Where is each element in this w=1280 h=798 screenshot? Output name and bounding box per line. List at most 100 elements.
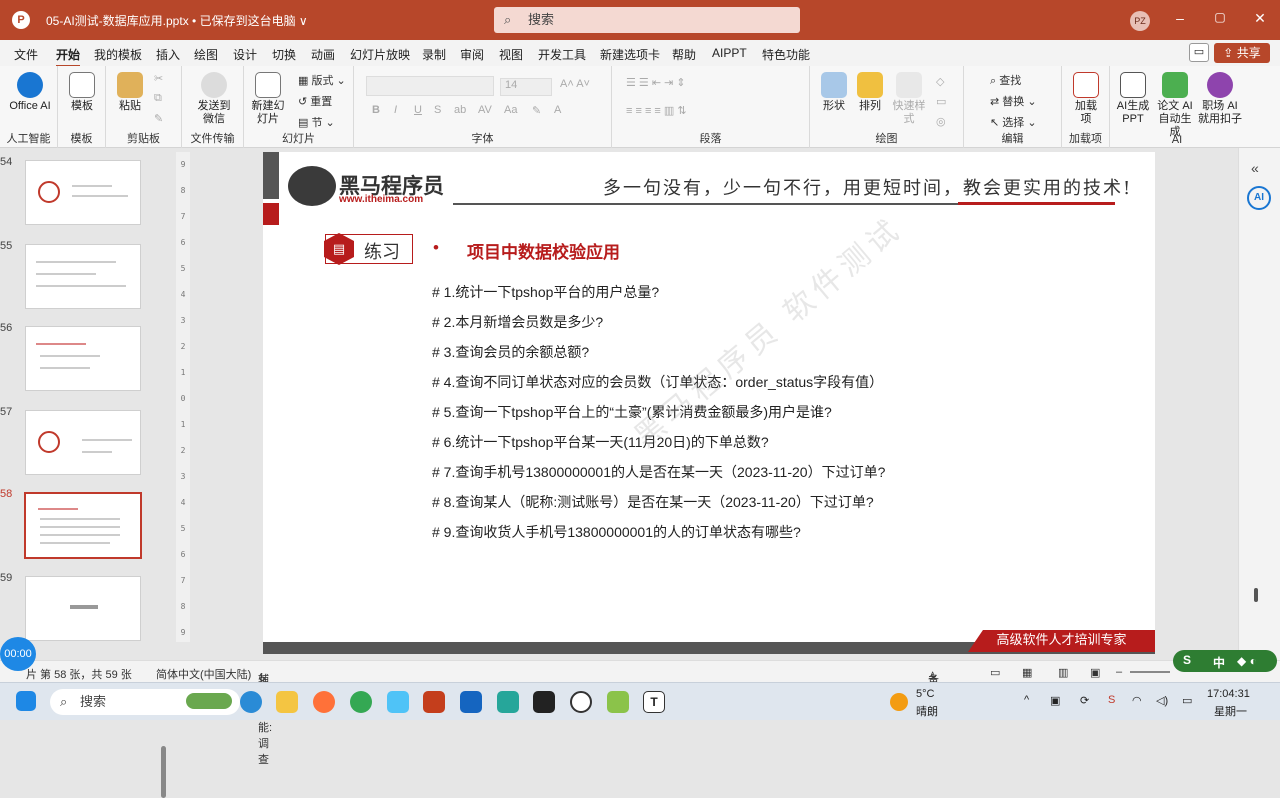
tab-review[interactable]: 审阅 xyxy=(460,46,484,63)
language-indicator[interactable]: 简体中文(中国大陆) xyxy=(156,666,251,682)
tab-file[interactable]: 文件 xyxy=(14,46,38,63)
font-size-select[interactable]: 14 xyxy=(500,78,552,96)
zoom-slider[interactable] xyxy=(1130,671,1170,673)
cut-icon[interactable]: ✂ xyxy=(154,72,163,85)
collapse-pane-icon[interactable]: « xyxy=(1251,160,1259,176)
arrange-button[interactable]: 排列 xyxy=(854,72,886,113)
paper-ai-button[interactable]: 论文 AI 自动生成 xyxy=(1154,72,1196,139)
slide-thumbnail-56[interactable] xyxy=(25,326,141,391)
tab-home[interactable]: 开始 xyxy=(56,46,81,67)
file-explorer-icon[interactable] xyxy=(276,691,298,713)
app-icon-teal[interactable] xyxy=(497,691,519,713)
tab-aippt[interactable]: AIPPT xyxy=(712,46,747,60)
tab-record[interactable]: 录制 xyxy=(422,46,446,63)
template-button[interactable]: 模板 xyxy=(68,72,96,113)
bullets-icon[interactable]: ☰ ☰ ⇤ ⇥ ⇕ xyxy=(626,76,686,89)
char-spacing-icon[interactable]: ab xyxy=(454,104,466,116)
slide-thumbnail-55[interactable] xyxy=(25,244,141,309)
tab-my-templates[interactable]: 我的模板 xyxy=(94,46,142,63)
edge-browser-icon[interactable] xyxy=(240,691,262,713)
layout-button[interactable]: ▦ 版式 ⌄ xyxy=(298,72,346,88)
search-tool-icon[interactable] xyxy=(387,691,409,713)
shape-button[interactable]: 形状 xyxy=(818,72,850,113)
wifi-icon[interactable]: ◠ xyxy=(1132,694,1142,707)
underline-icon[interactable]: U xyxy=(414,104,422,116)
office-ai-button[interactable]: Office AI xyxy=(8,72,52,113)
tab-insert[interactable]: 插入 xyxy=(156,46,180,63)
tab-transitions[interactable]: 切换 xyxy=(272,46,296,63)
reading-view-icon[interactable]: ▥ xyxy=(1058,666,1068,679)
user-avatar[interactable]: PZ xyxy=(1130,11,1150,31)
slide-thumbnail-57[interactable] xyxy=(25,410,141,475)
find-button[interactable]: ⌕ 查找 xyxy=(990,72,1021,88)
windows-start-icon[interactable] xyxy=(16,691,36,711)
reset-button[interactable]: ↺ 重置 xyxy=(298,93,332,109)
format-painter-icon[interactable]: ✎ xyxy=(154,112,163,125)
work-ai-button[interactable]: 职场 AI 就用扣子 xyxy=(1198,72,1242,126)
battery-icon[interactable]: ▭ xyxy=(1182,694,1192,707)
paste-button[interactable]: 粘贴 xyxy=(116,72,144,113)
tray-sync-icon[interactable]: ⟳ xyxy=(1080,694,1089,707)
tray-wps-icon[interactable]: S xyxy=(1108,694,1115,706)
zoom-out-icon[interactable]: – xyxy=(1116,666,1122,678)
tab-help[interactable]: 帮助 xyxy=(672,46,696,63)
tab-new-tab[interactable]: 新建选项卡 xyxy=(600,46,660,63)
chrome-icon[interactable] xyxy=(350,691,372,713)
slide-sorter-icon[interactable]: ▦ xyxy=(1022,666,1032,679)
document-title[interactable]: 05-AI测试-数据库应用.pptx • 已保存到这台电脑 ∨ xyxy=(46,12,308,29)
tab-draw[interactable]: 绘图 xyxy=(194,46,218,63)
align-icons[interactable]: ≡ ≡ ≡ ≡ ▥ ⇅ xyxy=(626,104,687,117)
send-wechat-button[interactable]: 发送到微信 xyxy=(196,72,232,126)
quick-style-button[interactable]: 快速样式 xyxy=(888,72,930,126)
bold-icon[interactable]: B xyxy=(372,104,380,116)
slideshow-view-icon[interactable]: ▣ xyxy=(1090,666,1100,679)
share-button[interactable]: ⇪ 共享 xyxy=(1214,43,1270,63)
font-color-icon[interactable]: Aa xyxy=(504,104,517,116)
tray-chevron-icon[interactable]: ^ xyxy=(1024,694,1029,706)
pane-scrollbar[interactable] xyxy=(1254,588,1258,602)
slide-thumbnail-54[interactable] xyxy=(25,160,141,225)
addins-button[interactable]: 加载项 xyxy=(1072,72,1100,126)
datagrip-icon[interactable] xyxy=(533,691,555,713)
tab-special-features[interactable]: 特色功能 xyxy=(762,46,810,63)
text-color-icon[interactable]: A xyxy=(554,104,561,116)
new-slide-button[interactable]: 新建幻灯片 xyxy=(250,72,286,126)
tab-developer[interactable]: 开发工具 xyxy=(538,46,586,63)
speaker-icon[interactable]: ◁) xyxy=(1156,694,1168,707)
recording-timer[interactable]: 00:00 xyxy=(0,637,36,671)
slide-canvas[interactable]: 黑马程序员 www.itheima.com 多一句没有，少一句不行，用更短时间，… xyxy=(263,152,1155,654)
weather-temp[interactable]: 5°C xyxy=(916,688,934,700)
copy-icon[interactable]: ⧉ xyxy=(154,92,162,105)
widget-image-icon[interactable] xyxy=(186,693,232,709)
ai-assistant-icon[interactable]: AI xyxy=(1247,186,1271,210)
tab-design[interactable]: 设计 xyxy=(233,46,257,63)
firefox-icon[interactable] xyxy=(313,691,335,713)
normal-view-icon[interactable]: ▭ xyxy=(990,666,1000,679)
highlight-icon[interactable]: ✎ xyxy=(532,104,541,117)
clock-day[interactable]: 星期一 xyxy=(1214,703,1247,719)
search-box[interactable]: ⌕ 搜索 xyxy=(494,7,800,33)
tab-slideshow[interactable]: 幻灯片放映 xyxy=(350,46,410,63)
ai-ppt-button[interactable]: AI生成PPT xyxy=(1116,72,1150,126)
strikethrough-icon[interactable]: S xyxy=(434,104,441,116)
font-grow-icon[interactable]: A˄ A˅ xyxy=(560,78,590,90)
maximize-button[interactable]: ▢ xyxy=(1210,10,1230,24)
change-case-icon[interactable]: AV xyxy=(478,104,492,116)
section-button[interactable]: ▤ 节 ⌄ xyxy=(298,114,335,130)
app-icon-blue[interactable] xyxy=(460,691,482,713)
slide-thumbnail-59[interactable] xyxy=(25,576,141,641)
ime-toolbar[interactable]: S 中 ◆ ◐ xyxy=(1173,650,1277,672)
replace-button[interactable]: ⇄ 替换 ⌄ xyxy=(990,93,1037,109)
app-icon-green[interactable] xyxy=(607,691,629,713)
font-family-select[interactable] xyxy=(366,76,494,96)
typora-icon[interactable]: T xyxy=(643,691,665,713)
clock-time[interactable]: 17:04:31 xyxy=(1207,688,1250,700)
comments-icon[interactable]: ▭ xyxy=(1189,43,1209,62)
shape-fill-icon[interactable]: ◇ ▭ ◎ xyxy=(936,72,946,132)
powerpoint-taskbar-icon[interactable] xyxy=(423,691,445,713)
tray-app-icon[interactable]: ▣ xyxy=(1050,694,1060,707)
close-button[interactable]: ✕ xyxy=(1250,10,1270,27)
clock-app-icon[interactable] xyxy=(570,691,592,713)
minimize-button[interactable]: – xyxy=(1170,10,1190,26)
weather-desc[interactable]: 晴朗 xyxy=(916,703,938,719)
